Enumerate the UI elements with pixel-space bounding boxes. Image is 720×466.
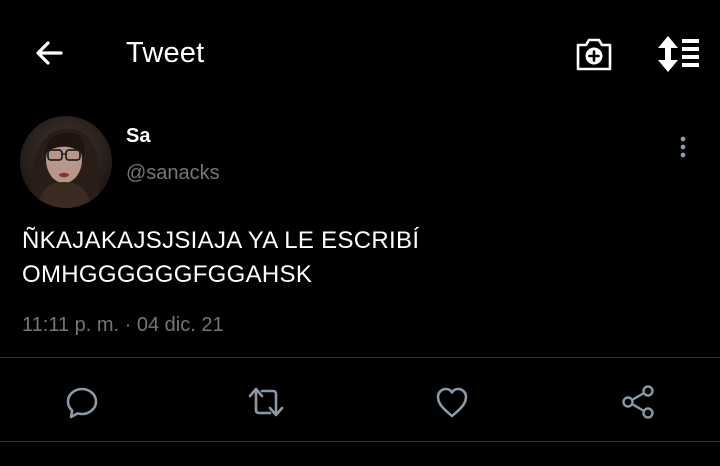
sort-lines-icon <box>658 36 699 72</box>
share-button[interactable] <box>618 382 658 422</box>
arrow-left-icon <box>36 41 63 65</box>
tweet-text-line: ÑKAJAKAJSJSIAJA YA LE ESCRIBÍ <box>22 227 420 254</box>
heart-icon <box>436 387 468 418</box>
like-button[interactable] <box>432 382 472 422</box>
retweet-button[interactable] <box>246 382 286 422</box>
author-handle[interactable]: @sanacks <box>126 161 220 185</box>
sort-button[interactable] <box>654 34 702 74</box>
tweet-text-line: OMHGGGGGGFGGAHSK <box>22 261 313 288</box>
top-app-bar: Tweet <box>0 0 720 106</box>
tweet-timestamp[interactable]: 11:11 p. m. · 04 dic. 21 <box>22 312 224 338</box>
author-name[interactable]: Sa <box>126 124 150 148</box>
divider <box>0 441 720 442</box>
camera-button[interactable] <box>574 34 614 74</box>
tweet-text: ÑKAJAKAJSJSIAJA YA LE ESCRIBÍ OMHGGGGGGF… <box>22 224 702 292</box>
profile-photo <box>20 116 112 208</box>
avatar[interactable] <box>20 116 112 208</box>
more-options-button[interactable] <box>668 133 698 161</box>
camera-add-icon <box>576 38 612 71</box>
share-icon <box>622 385 654 419</box>
more-vertical-icon <box>680 136 686 158</box>
back-button[interactable] <box>30 34 68 72</box>
page-title: Tweet <box>126 37 205 69</box>
retweet-icon <box>248 387 284 417</box>
reply-icon <box>66 387 98 419</box>
reply-button[interactable] <box>62 382 102 422</box>
divider <box>0 357 720 358</box>
